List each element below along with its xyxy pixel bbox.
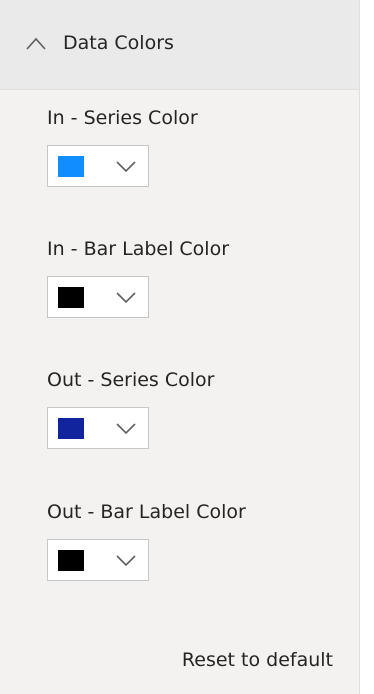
color-picker-out-bar-label[interactable] (47, 539, 149, 581)
color-swatch (58, 156, 84, 177)
setting-in-bar-label-color: In - Bar Label Color (47, 236, 230, 318)
setting-label: Out - Series Color (47, 369, 215, 391)
color-swatch (58, 418, 84, 439)
setting-in-series-color: In - Series Color (47, 105, 198, 187)
chevron-up-icon[interactable] (26, 36, 46, 50)
color-swatch (58, 287, 84, 308)
setting-label: In - Series Color (47, 107, 198, 129)
chevron-down-icon (116, 423, 136, 435)
setting-label: In - Bar Label Color (47, 238, 230, 260)
reset-to-default-link[interactable]: Reset to default (182, 647, 333, 673)
setting-label: Out - Bar Label Color (47, 501, 246, 523)
color-picker-in-bar-label[interactable] (47, 276, 149, 318)
setting-out-bar-label-color: Out - Bar Label Color (47, 499, 246, 581)
color-picker-out-series[interactable] (47, 407, 149, 449)
setting-out-series-color: Out - Series Color (47, 367, 215, 449)
section-title: Data Colors (63, 32, 174, 54)
chevron-down-icon (116, 292, 136, 304)
color-picker-in-series[interactable] (47, 145, 149, 187)
format-pane: Data Colors In - Series Color In - Bar L… (0, 0, 360, 694)
data-colors-section-header[interactable]: Data Colors (0, 0, 359, 90)
chevron-down-icon (116, 161, 136, 173)
chevron-down-icon (116, 555, 136, 567)
color-swatch (58, 550, 84, 571)
